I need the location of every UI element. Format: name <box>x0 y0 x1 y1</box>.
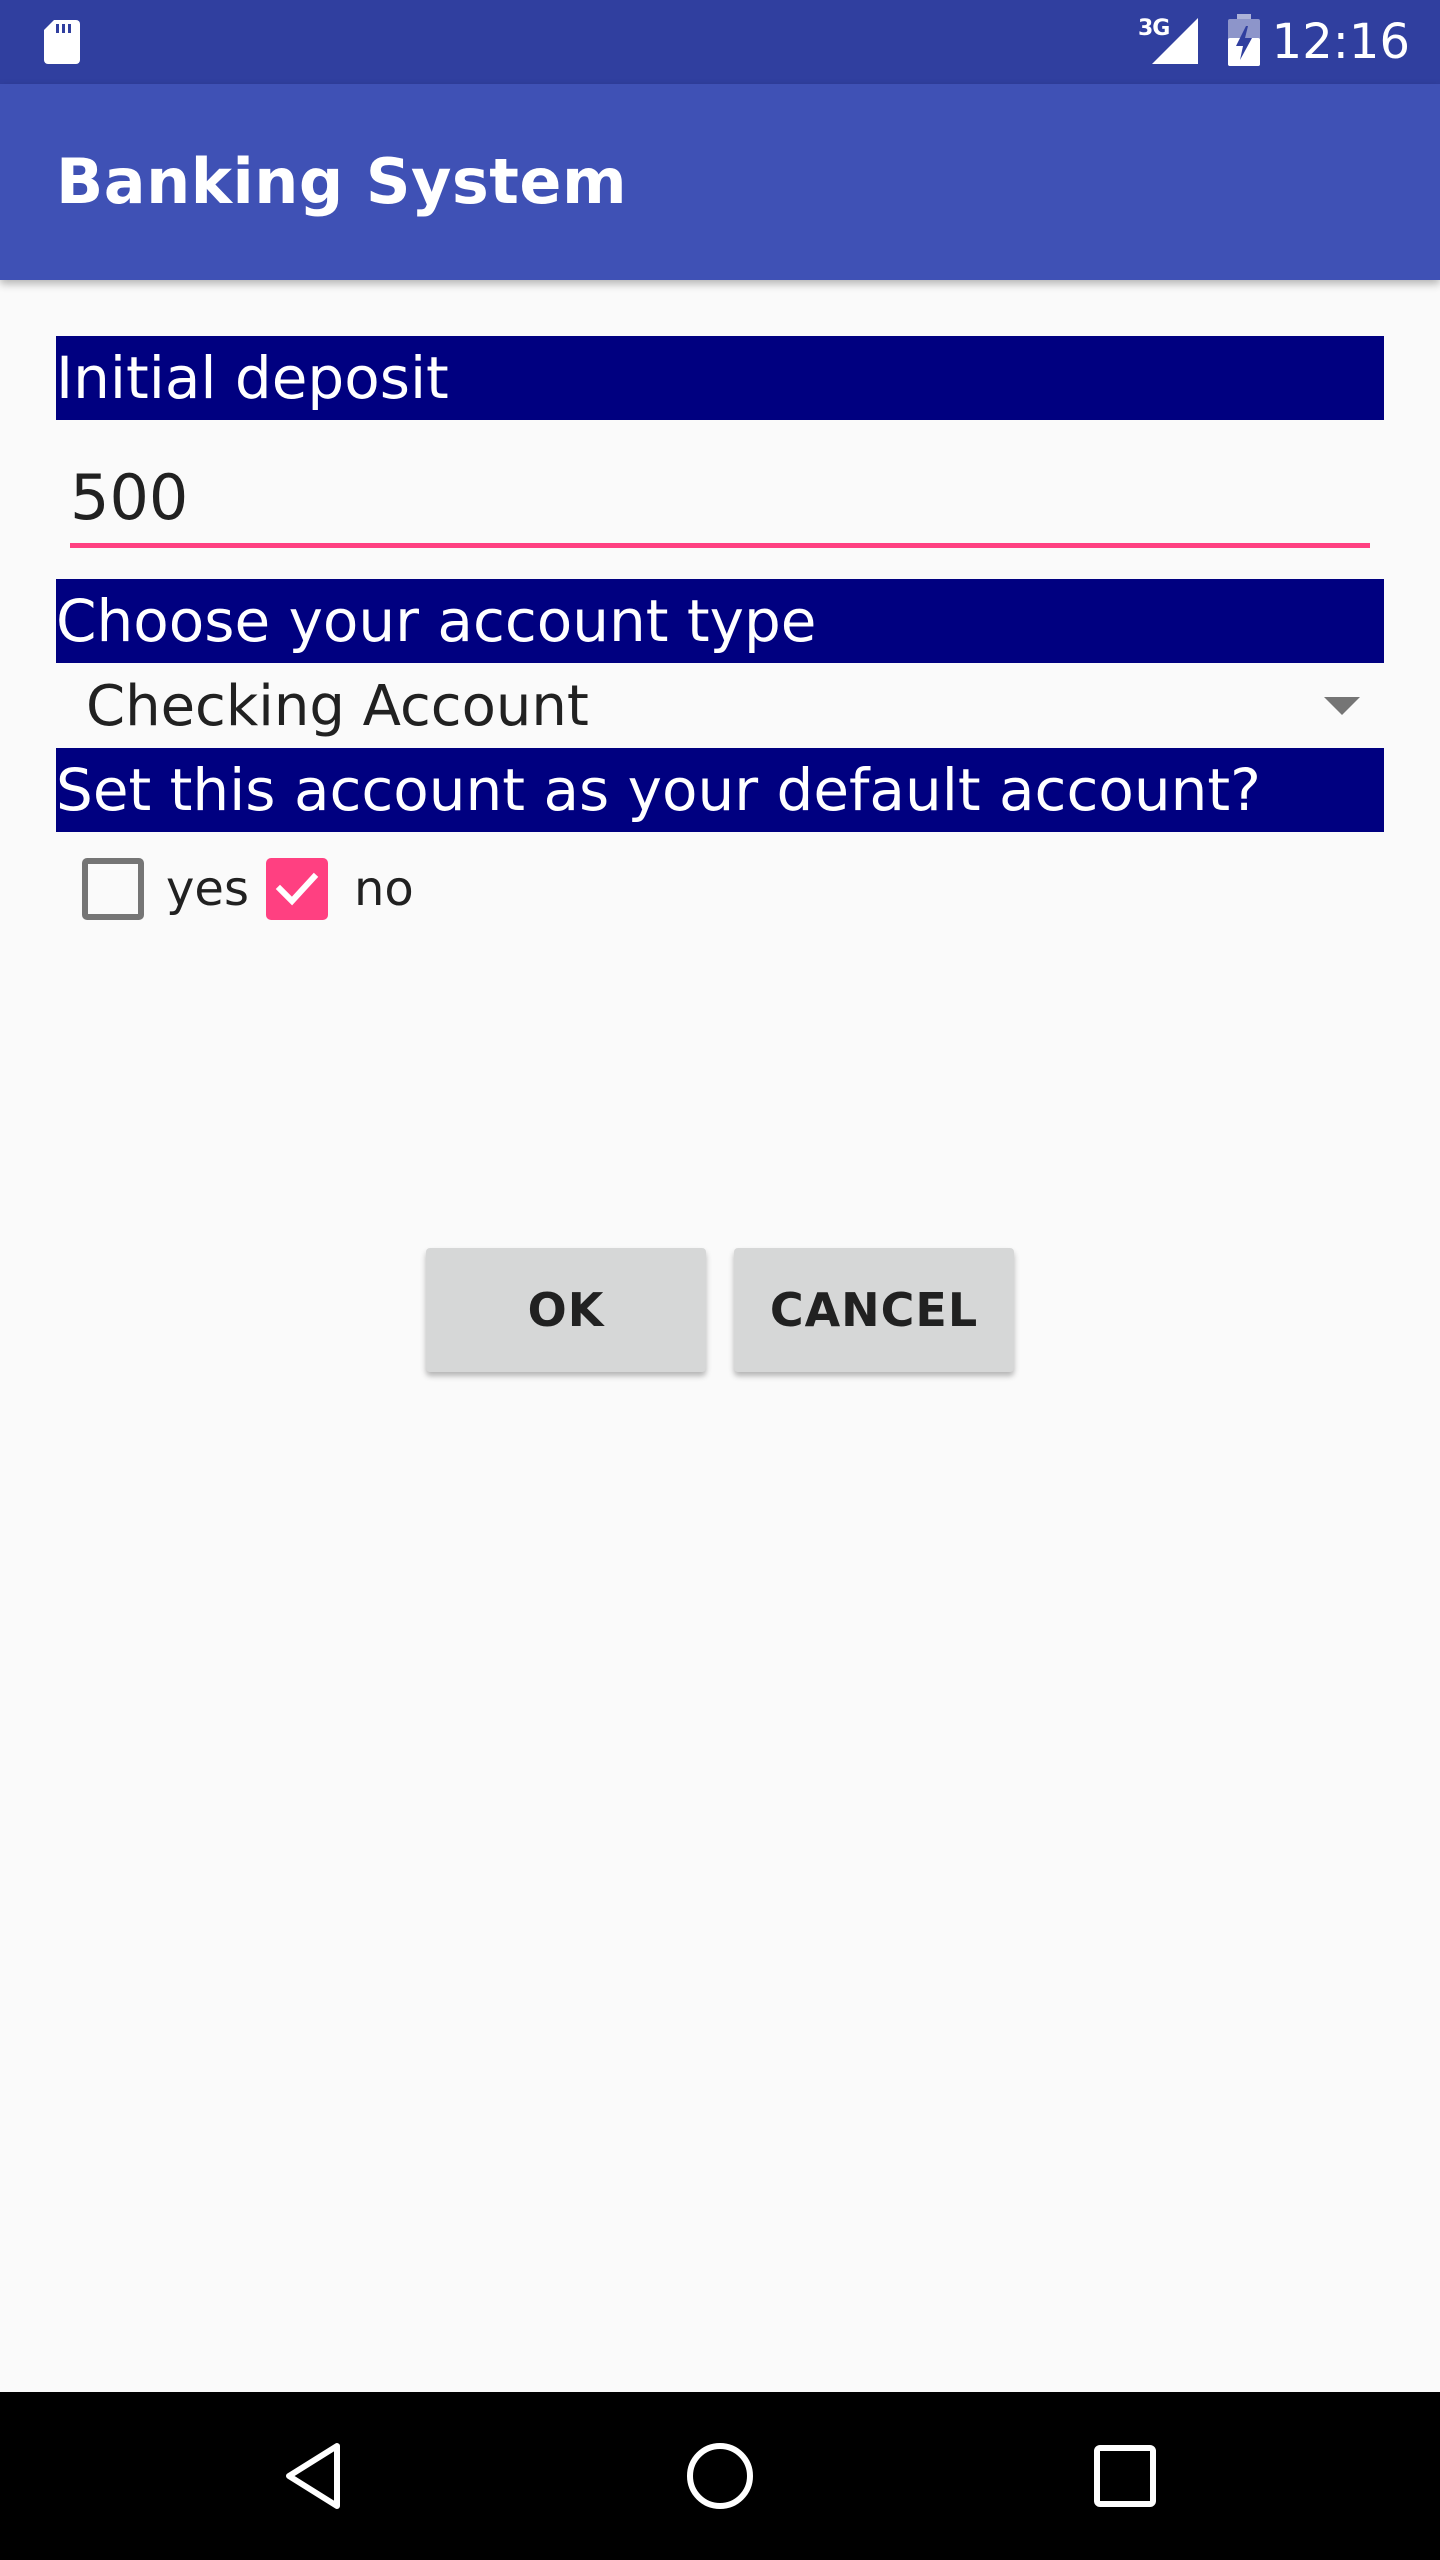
checkmark-icon <box>275 872 319 906</box>
account-type-selected: Checking Account <box>86 674 589 739</box>
ok-button[interactable]: OK <box>426 1248 706 1372</box>
battery-icon <box>1228 14 1260 66</box>
account-type-label: Choose your account type <box>56 579 1384 663</box>
yes-label[interactable]: yes <box>166 858 249 920</box>
deposit-input[interactable] <box>70 452 1370 548</box>
cancel-button[interactable]: CANCEL <box>734 1248 1014 1372</box>
dropdown-arrow-icon <box>1324 697 1360 715</box>
home-icon[interactable] <box>680 2436 760 2516</box>
default-account-label: Set this account as your default account… <box>56 748 1384 832</box>
back-icon[interactable] <box>275 2436 355 2516</box>
yes-checkbox[interactable] <box>82 858 144 920</box>
status-bar: 3G 12:16 <box>0 0 1440 84</box>
signal-icon <box>1152 18 1198 64</box>
app-bar: Banking System <box>0 84 1440 280</box>
page-title: Banking System <box>56 145 628 218</box>
no-label[interactable]: no <box>354 858 414 920</box>
navigation-bar <box>0 2392 1440 2560</box>
no-checkbox[interactable] <box>266 858 328 920</box>
status-clock: 12:16 <box>1271 14 1410 70</box>
deposit-label: Initial deposit <box>56 336 1384 420</box>
account-type-dropdown[interactable]: Checking Account <box>56 667 1384 747</box>
recents-icon[interactable] <box>1085 2436 1165 2516</box>
sd-card-icon <box>44 20 80 64</box>
